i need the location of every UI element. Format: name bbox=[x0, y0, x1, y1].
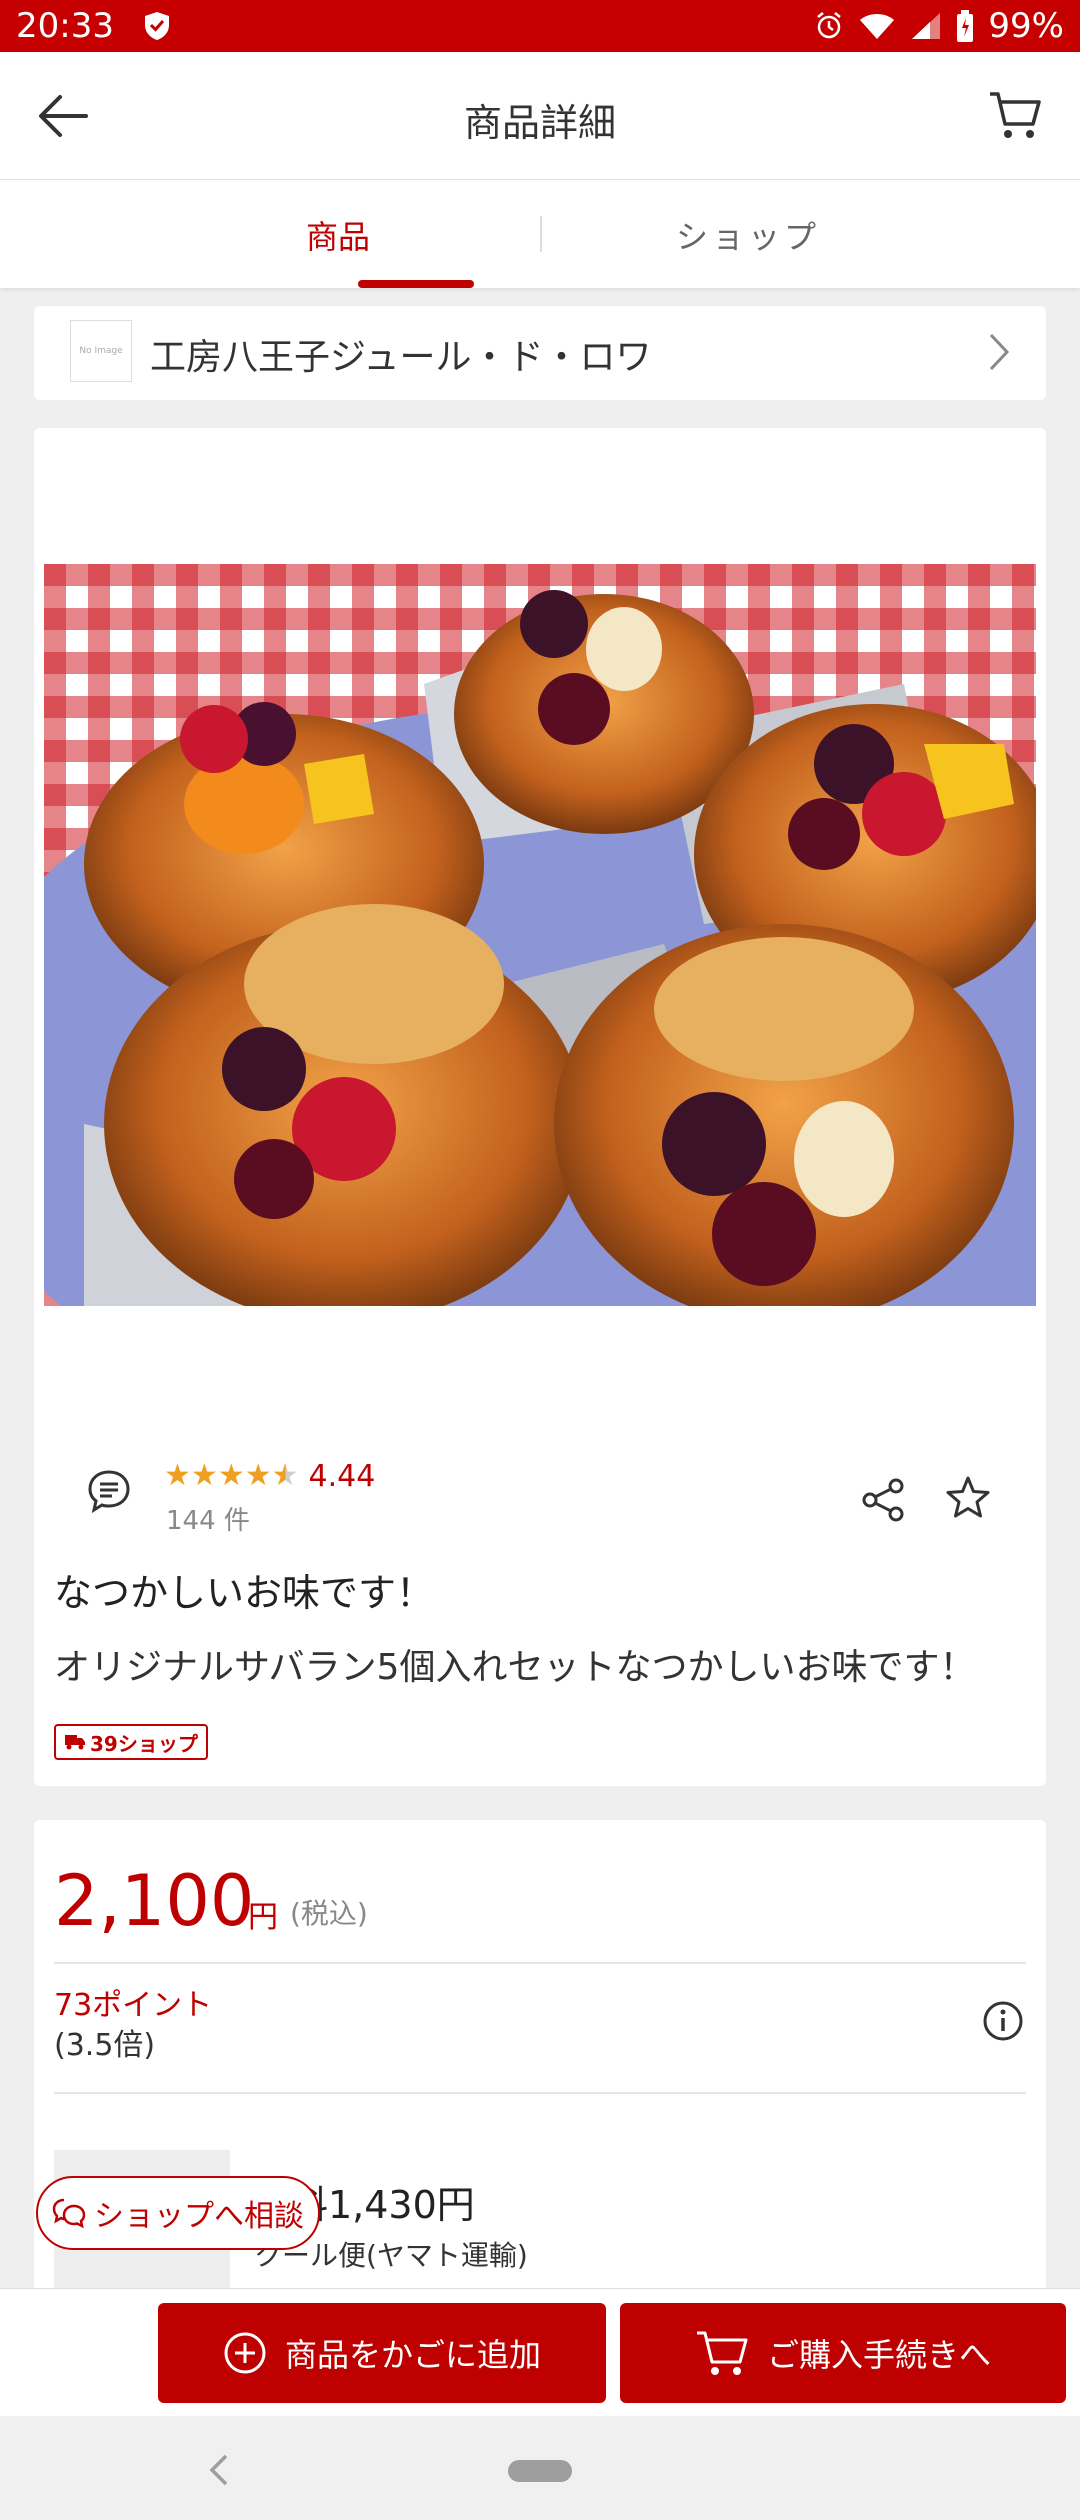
points-rate: (3.5倍) bbox=[54, 2028, 156, 2063]
add-circle-icon bbox=[224, 2332, 266, 2374]
divider bbox=[54, 1962, 1026, 1964]
product-image[interactable] bbox=[44, 564, 1036, 1306]
battery-icon bbox=[957, 10, 974, 42]
price-unit: 円 bbox=[248, 1900, 278, 1935]
wifi-icon bbox=[860, 14, 895, 39]
status-time: 20:33 bbox=[16, 6, 114, 46]
shipping-badge-label: 39ショップ bbox=[90, 1731, 198, 1756]
consult-shop-button[interactable]: ショップへ相談 bbox=[36, 2176, 320, 2250]
rating-value: 4.44 bbox=[308, 1458, 376, 1494]
battery-percent: 99% bbox=[988, 6, 1064, 46]
cart-icon bbox=[696, 2331, 748, 2375]
star-icon: ★ bbox=[190, 1458, 218, 1493]
star-rating: ★ ★ ★ ★ ★ 4.44 bbox=[164, 1458, 375, 1494]
divider bbox=[54, 2092, 1026, 2094]
review-count[interactable]: 144 件 bbox=[166, 1500, 250, 1537]
shop-link[interactable]: No Image 工房八王子ジュール・ド・ロワ bbox=[34, 306, 1046, 400]
points-label: 73ポイント bbox=[54, 1988, 213, 2023]
half-star-icon: ★ bbox=[271, 1458, 299, 1493]
tab-divider bbox=[540, 216, 542, 252]
tab-bar: 商品 ショップ bbox=[0, 180, 1080, 288]
star-favorite-icon[interactable] bbox=[944, 1474, 992, 1522]
nav-home-pill[interactable] bbox=[508, 2460, 572, 2482]
star-icon: ★ bbox=[244, 1458, 272, 1493]
shop-logo-placeholder: No Image bbox=[70, 320, 132, 382]
page-title: 商品詳細 bbox=[463, 101, 616, 145]
tax-label: (税込) bbox=[290, 1897, 368, 1930]
checkout-label: ご購入手続きへ bbox=[766, 2336, 991, 2374]
tab-product[interactable]: 商品 bbox=[306, 212, 370, 258]
info-icon[interactable] bbox=[982, 2000, 1024, 2042]
cart-icon[interactable] bbox=[988, 88, 1042, 142]
consult-shop-label: ショップへ相談 bbox=[94, 2199, 304, 2234]
review-icon[interactable] bbox=[86, 1468, 132, 1514]
star-icon: ★ bbox=[217, 1458, 245, 1493]
catch-copy: なつかしいお味です！ bbox=[54, 1571, 435, 1615]
checkout-button[interactable]: ご購入手続きへ bbox=[620, 2303, 1066, 2403]
signal-icon bbox=[912, 13, 941, 39]
shield-icon bbox=[144, 12, 169, 40]
nav-back-icon[interactable] bbox=[204, 2452, 232, 2488]
product-card: ★ ★ ★ ★ ★ 4.44 144 件 なつかしいお味です！ オリジナルサバラ… bbox=[34, 428, 1046, 1786]
star-icon: ★ bbox=[164, 1458, 191, 1493]
app-bar: 商品詳細 bbox=[0, 52, 1080, 180]
chat-icon bbox=[52, 2198, 86, 2229]
system-nav-bar bbox=[0, 2416, 1080, 2520]
active-tab-indicator bbox=[358, 280, 474, 288]
alarm-icon bbox=[817, 12, 842, 39]
chevron-right-icon bbox=[989, 333, 1010, 371]
shipping-badge: 39ショップ bbox=[54, 1724, 208, 1760]
tab-shop[interactable]: ショップ bbox=[676, 212, 820, 258]
add-to-cart-button[interactable]: 商品をかごに追加 bbox=[158, 2303, 606, 2403]
product-name: オリジナルサバラン5個入れセットなつかしいお味です！ bbox=[54, 1647, 976, 1688]
price-amount: 2,100 bbox=[54, 1860, 255, 1942]
delivery-truck-icon bbox=[65, 1735, 85, 1750]
share-icon[interactable] bbox=[860, 1476, 908, 1524]
bottom-action-bar: 商品をかごに追加 ご購入手続きへ bbox=[0, 2288, 1080, 2416]
add-to-cart-label: 商品をかごに追加 bbox=[284, 2336, 541, 2374]
shop-name: 工房八王子ジュール・ド・ロワ bbox=[150, 337, 652, 378]
status-bar: 20:33 99% bbox=[0, 0, 1080, 52]
